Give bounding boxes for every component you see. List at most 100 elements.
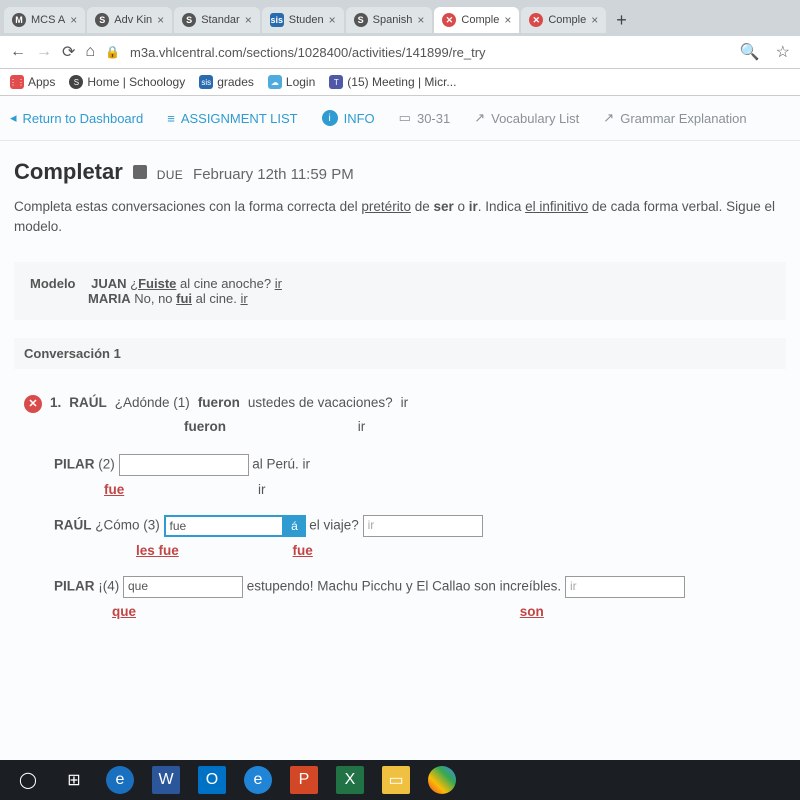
edge-icon[interactable]: e (106, 766, 134, 794)
q-text: (2) (95, 456, 119, 471)
assignment-list-link[interactable]: ≡ASSIGNMENT LIST (167, 111, 297, 126)
reload-icon[interactable]: ⟳ (62, 42, 75, 62)
bm-label-4: (15) Meeting | Micr... (347, 75, 456, 89)
answer-input-3b[interactable]: ir (363, 515, 483, 537)
vocab-link[interactable]: ↗ Vocabulary List (474, 110, 579, 126)
q-text: ¿Cómo (3) (92, 517, 164, 532)
new-tab-button[interactable]: + (608, 6, 635, 35)
question-1: ✕ 1. RAÚL ¿Adónde (1) fueron ustedes de … (14, 395, 786, 645)
favicon-1: S (95, 13, 109, 27)
instr-text: o (454, 199, 469, 214)
tab-label-4: Spanish (373, 14, 413, 26)
q-text: el viaje? (306, 517, 363, 532)
infinitive-text: ir (401, 395, 409, 410)
start-button[interactable]: ◯ (14, 766, 42, 794)
home-icon[interactable]: ⌂ (85, 43, 95, 61)
tab-label-1: Adv Kin (114, 14, 152, 26)
grammar-label: Grammar Explanation (620, 111, 746, 126)
modelo-box: Modelo JUAN ¿Fuiste al cine anoche? ir M… (14, 262, 786, 320)
modelo-speaker: MARIA (88, 291, 131, 306)
modelo-answer: Fuiste (138, 276, 176, 291)
due-label: DUE (157, 168, 183, 182)
tab-2[interactable]: SStandar× (174, 7, 260, 33)
tab-4[interactable]: S Spanish × (346, 7, 433, 33)
title-row: Completar DUE February 12th 11:59 PM (14, 159, 786, 185)
external-icon: ↗ (474, 110, 485, 126)
favicon-6: ✕ (529, 13, 543, 27)
modelo-text: al cine. (192, 291, 240, 306)
file-explorer-icon[interactable]: ▭ (382, 766, 410, 794)
star-icon[interactable]: ☆ (776, 42, 790, 62)
grammar-link[interactable]: ↗ Grammar Explanation (603, 110, 746, 126)
instr-text: . Indica (478, 199, 525, 214)
info-link[interactable]: iINFO (322, 110, 375, 126)
speaker-label: PILAR (54, 578, 95, 593)
close-icon[interactable]: × (245, 13, 252, 27)
wrong-icon: ✕ (24, 395, 42, 413)
excel-icon[interactable]: X (336, 766, 364, 794)
accent-button[interactable]: á (284, 515, 306, 537)
favicon-3: sis (270, 13, 284, 27)
tab-label-0: MCS A (31, 14, 65, 26)
tab-label-6: Comple (548, 14, 586, 26)
powerpoint-icon[interactable]: P (290, 766, 318, 794)
vocab-label: Vocabulary List (491, 111, 579, 126)
return-dashboard-link[interactable]: ◂Return to Dashboard (10, 110, 143, 126)
correction-text: fue (293, 543, 313, 558)
bookmark-schoology[interactable]: SHome | Schoology (69, 75, 185, 89)
chrome-icon[interactable] (428, 766, 456, 794)
zoom-icon[interactable]: 🔍 (740, 42, 760, 62)
bookmark-login[interactable]: ☁Login (268, 75, 315, 89)
bm-label-1: Home | Schoology (87, 75, 185, 89)
close-icon[interactable]: × (157, 13, 164, 27)
calendar-icon (133, 165, 147, 179)
tab-label-5: Comple (461, 14, 499, 26)
answer-input-3a[interactable]: fue (164, 515, 284, 537)
favicon-4: S (354, 13, 368, 27)
modelo-speaker: JUAN (91, 276, 126, 291)
answer-input-2[interactable] (119, 454, 249, 476)
address-bar: ← → ⟳ ⌂ 🔒 m3a.vhlcentral.com/sections/10… (0, 36, 800, 69)
external-icon: ↗ (603, 110, 614, 126)
bm-label-2: grades (217, 75, 254, 89)
tab-3[interactable]: sisStuden× (262, 7, 344, 33)
url-text[interactable]: m3a.vhlcentral.com/sections/1028400/acti… (130, 45, 724, 60)
modelo-infinitive: ir (275, 276, 282, 291)
tab-6[interactable]: ✕ Comple × (521, 7, 606, 33)
close-icon[interactable]: × (417, 13, 424, 27)
bookmarks-bar: ⋮⋮Apps SHome | Schoology sisgrades ☁Logi… (0, 69, 800, 96)
bookmark-grades[interactable]: sisgrades (199, 75, 254, 89)
close-icon[interactable]: × (591, 13, 598, 27)
forward-icon[interactable]: → (36, 43, 52, 61)
correction-inf: ir (258, 482, 266, 497)
answer-input-4b[interactable]: ir (565, 576, 685, 598)
pages-link[interactable]: ▭30-31 (399, 110, 451, 126)
tab-1[interactable]: S Adv Kin × (87, 7, 172, 33)
instr-underline: pretérito (361, 199, 411, 214)
answer-input-4a[interactable]: que (123, 576, 243, 598)
close-icon[interactable]: × (329, 13, 336, 27)
modelo-text: al cine anoche? (176, 276, 274, 291)
modelo-text: No, no (131, 291, 177, 306)
tab-strip: MMCS A× SAdv Kin× SStandar× sisStuden× S… (0, 0, 800, 36)
close-icon[interactable]: × (70, 13, 77, 27)
correction-text: son (520, 604, 544, 619)
outlook-icon[interactable]: O (198, 766, 226, 794)
instr-bold: ser (433, 199, 453, 214)
apps-button[interactable]: ⋮⋮Apps (10, 75, 55, 89)
back-icon[interactable]: ← (10, 43, 26, 61)
conversation-label: Conversación 1 (14, 338, 786, 369)
teams-icon: T (329, 75, 343, 89)
list-icon: ≡ (167, 111, 175, 126)
page-content: ◂Return to Dashboard ≡ASSIGNMENT LIST iI… (0, 96, 800, 786)
tab-0[interactable]: MMCS A× (4, 7, 85, 33)
infinitive-text: ir (303, 456, 311, 471)
due-date: February 12th 11:59 PM (193, 166, 354, 183)
close-icon[interactable]: × (504, 13, 511, 27)
bookmark-meeting[interactable]: T (15) Meeting | Micr... (329, 75, 456, 89)
task-view-icon[interactable]: ⊞ (60, 766, 88, 794)
word-icon[interactable]: W (152, 766, 180, 794)
modelo-infinitive: ir (240, 291, 247, 306)
tab-5-active[interactable]: ✕Comple× (434, 7, 519, 33)
ie-icon[interactable]: e (244, 766, 272, 794)
